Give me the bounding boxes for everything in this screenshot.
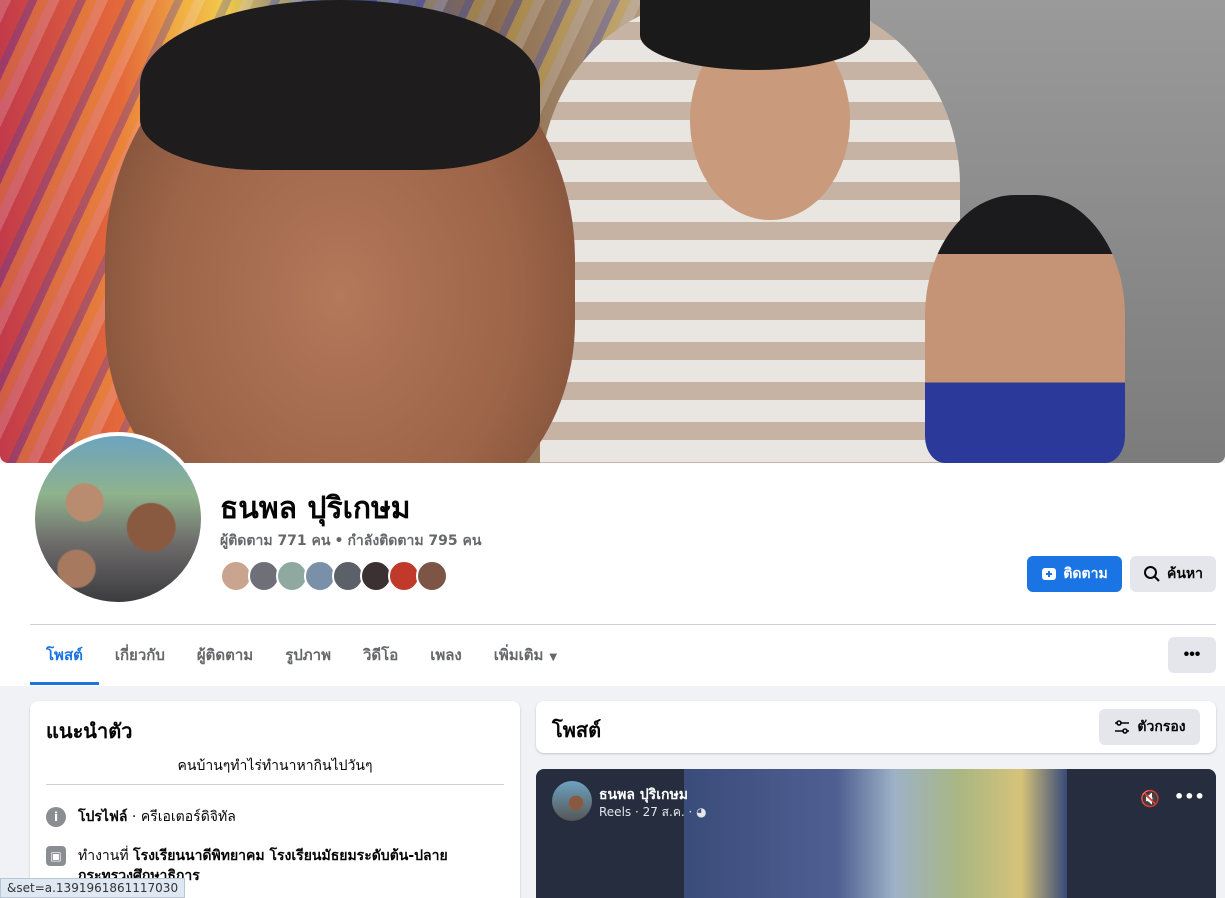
cover-person-child [925, 195, 1125, 463]
search-icon [1143, 566, 1160, 582]
followers-count[interactable]: ผู้ติดตาม 771 คน [220, 533, 330, 549]
follow-label: ติดตาม [1063, 566, 1108, 582]
tab-more[interactable]: เพิ่มเติม ▼ [478, 630, 573, 685]
tab-followers[interactable]: ผู้ติดตาม [181, 630, 269, 685]
reel-video[interactable] [684, 769, 1067, 898]
intro-profile-row: i โปรไฟล์ · ครีเอเตอร์ดิจิทัล [46, 807, 498, 827]
profile-tabs: โพสต์ เกี่ยวกับ ผู้ติดตาม รูปภาพ วิดีโอ … [30, 630, 573, 685]
filter-label: ตัวกรอง [1137, 719, 1186, 735]
tab-photos[interactable]: รูปภาพ [269, 630, 347, 685]
work-prefix: ทำงานที่ [78, 848, 134, 864]
posts-header-card: โพสต์ ตัวกรอง [536, 701, 1216, 753]
tab-label: ผู้ติดตาม [196, 646, 254, 664]
profile-type-value: · ครีเอเตอร์ดิจิทัล [127, 809, 236, 825]
cover-woman-hair [640, 0, 870, 70]
tab-label: เพิ่มเติม [493, 646, 544, 664]
intro-title: แนะนำตัว [46, 719, 133, 743]
tab-label: เพลง [430, 646, 462, 664]
follow-button[interactable]: ติดตาม [1027, 556, 1122, 592]
following-count[interactable]: กำลังติดตาม 795 คน [347, 533, 481, 549]
avatar[interactable] [552, 781, 592, 821]
tab-music[interactable]: เพลง [414, 630, 478, 685]
friend-avatar[interactable] [416, 560, 448, 592]
profile-type-label: โปรไฟล์ [78, 809, 128, 825]
status-url: &set=a.1391961861117030 [0, 878, 186, 898]
reel-post[interactable]: ธนพล ปุริเกษม Reels · 27 ส.ค. · ◕ 🔇 ••• [536, 769, 1216, 898]
tab-about[interactable]: เกี่ยวกับ [99, 630, 181, 685]
filter-sliders-icon [1115, 720, 1130, 734]
post-meta: Reels · 27 ส.ค. · ◕ [599, 803, 707, 822]
follow-stats: ผู้ติดตาม 771 คน • กำลังติดตาม 795 คน [220, 530, 481, 552]
intro-bio: คนบ้านๆทำไร่ทำนาหากินไปวันๆ [177, 758, 373, 774]
avatar-photo [35, 436, 201, 602]
tab-label: โพสต์ [46, 646, 83, 664]
follow-plus-icon [1042, 568, 1057, 580]
search-label: ค้นหา [1166, 566, 1204, 582]
post-menu-button[interactable]: ••• [1174, 787, 1205, 806]
profile-avatar[interactable] [31, 432, 205, 606]
globe-icon: ◕ [696, 805, 707, 819]
mute-icon[interactable]: 🔇 [1140, 789, 1160, 808]
stats-separator: • [334, 533, 344, 549]
tab-videos[interactable]: วิดีโอ [347, 630, 414, 685]
tab-label: เกี่ยวกับ [114, 646, 165, 664]
tab-label: รูปภาพ [285, 646, 331, 664]
tab-label: วิดีโอ [362, 646, 399, 664]
post-meta-text: Reels · 27 ส.ค. · [599, 805, 697, 819]
info-icon: i [46, 807, 66, 827]
friend-avatars [220, 560, 448, 592]
search-button[interactable]: ค้นหา [1130, 556, 1216, 592]
filter-button[interactable]: ตัวกรอง [1099, 709, 1200, 745]
cover-photo[interactable] [0, 0, 1225, 463]
intro-card: แนะนำตัว คนบ้านๆทำไร่ทำนาหากินไปวันๆ i โ… [30, 701, 520, 898]
cover-man-hair [140, 0, 540, 170]
briefcase-icon: ▣ [46, 846, 66, 866]
more-options-button[interactable]: ••• [1168, 637, 1216, 673]
tab-posts[interactable]: โพสต์ [30, 630, 99, 685]
header-divider [30, 624, 1216, 625]
posts-title: โพสต์ [552, 718, 602, 742]
profile-name: ธนพล ปุริเกษม [220, 491, 411, 526]
intro-divider [46, 784, 504, 785]
chevron-down-icon: ▼ [549, 652, 558, 663]
